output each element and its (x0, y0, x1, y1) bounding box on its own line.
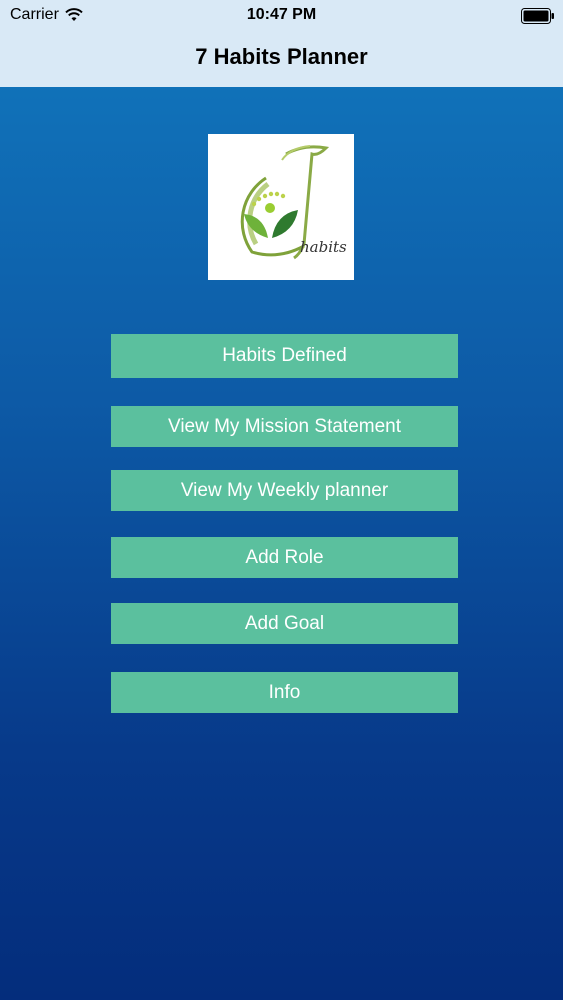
add-goal-button[interactable]: Add Goal (111, 603, 458, 644)
logo-text: habits (300, 238, 347, 256)
status-bar: Carrier 10:47 PM (0, 0, 563, 30)
navigation-bar: Carrier 10:47 PM 7 Habits Planner (0, 0, 563, 87)
app-logo: habits (208, 134, 354, 280)
status-time: 10:47 PM (246, 6, 317, 23)
add-role-button[interactable]: Add Role (111, 537, 458, 578)
battery-icon (521, 8, 554, 24)
view-weekly-planner-button[interactable]: View My Weekly planner (111, 470, 458, 511)
app-screen: Carrier 10:47 PM 7 Habits Planner habits… (0, 0, 563, 1000)
7-habits-logo-icon: habits (240, 145, 347, 260)
view-mission-statement-button[interactable]: View My Mission Statement (111, 406, 458, 447)
habits-defined-button[interactable]: Habits Defined (111, 334, 458, 378)
page-title: 7 Habits Planner (195, 44, 368, 69)
info-button[interactable]: Info (111, 672, 458, 713)
